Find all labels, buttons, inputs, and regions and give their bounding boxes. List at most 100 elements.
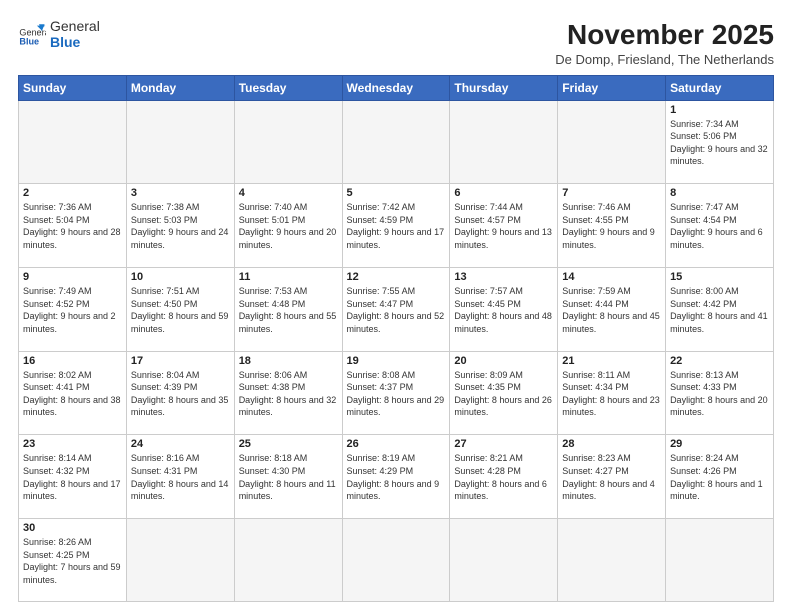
- day-number: 2: [23, 187, 122, 199]
- calendar-cell: [126, 519, 234, 602]
- day-info: Sunrise: 7:51 AM Sunset: 4:50 PM Dayligh…: [131, 285, 230, 335]
- weekday-header-thursday: Thursday: [450, 75, 558, 100]
- calendar-cell: [450, 100, 558, 184]
- calendar-cell: 12Sunrise: 7:55 AM Sunset: 4:47 PM Dayli…: [342, 267, 450, 351]
- calendar-cell: 19Sunrise: 8:08 AM Sunset: 4:37 PM Dayli…: [342, 351, 450, 435]
- calendar-cell: 28Sunrise: 8:23 AM Sunset: 4:27 PM Dayli…: [558, 435, 666, 519]
- generalblue-logo-icon: General Blue: [18, 20, 46, 48]
- calendar-cell: 11 Sunrise: 7:53 AM Sunset: 4:48 PM Dayli…: [234, 267, 342, 351]
- title-block: November 2025 De Domp, Friesland, The Ne…: [555, 18, 774, 67]
- day-info: Sunrise: 8:14 AM Sunset: 4:32 PM Dayligh…: [23, 452, 122, 502]
- day-info: Sunrise: 8:08 AM Sunset: 4:37 PM Dayligh…: [347, 369, 446, 419]
- day-info: Sunrise: 8:06 AM Sunset: 4:38 PM Dayligh…: [239, 369, 338, 419]
- weekday-header-tuesday: Tuesday: [234, 75, 342, 100]
- logo: General Blue General Blue: [18, 18, 100, 50]
- calendar-cell: [558, 100, 666, 184]
- day-number: 3: [131, 187, 230, 199]
- day-number: 23: [23, 438, 122, 450]
- svg-text:Blue: Blue: [19, 37, 39, 47]
- calendar-cell: [234, 100, 342, 184]
- day-info: Sunrise: 7:44 AM Sunset: 4:57 PM Dayligh…: [454, 201, 553, 251]
- day-number: 9: [23, 271, 122, 283]
- calendar-cell: 17 Sunrise: 8:04 AM Sunset: 4:39 PM Dayli…: [126, 351, 234, 435]
- day-number: 4: [239, 187, 338, 199]
- day-number: 24: [131, 438, 230, 450]
- calendar-cell: 6Sunrise: 7:44 AM Sunset: 4:57 PM Daylig…: [450, 184, 558, 268]
- calendar-cell: 9 Sunrise: 7:49 AM Sunset: 4:52 PM Daylig…: [19, 267, 127, 351]
- day-info: Sunrise: 8:21 AM Sunset: 4:28 PM Dayligh…: [454, 452, 553, 502]
- day-number: 14: [562, 271, 661, 283]
- day-info: Sunrise: 7:49 AM Sunset: 4:52 PM Dayligh…: [23, 285, 122, 335]
- day-info: Sunrise: 8:24 AM Sunset: 4:26 PM Dayligh…: [670, 452, 769, 502]
- calendar-cell: 4 Sunrise: 7:40 AM Sunset: 5:01 PM Daylig…: [234, 184, 342, 268]
- calendar-cell: 26 Sunrise: 8:19 AM Sunset: 4:29 PM Dayli…: [342, 435, 450, 519]
- weekday-header-row: SundayMondayTuesdayWednesdayThursdayFrid…: [19, 75, 774, 100]
- calendar-cell: 5 Sunrise: 7:42 AM Sunset: 4:59 PM Daylig…: [342, 184, 450, 268]
- calendar-week-row: 1 Sunrise: 7:34 AM Sunset: 5:06 PM Daylig…: [19, 100, 774, 184]
- calendar-week-row: 23 Sunrise: 8:14 AM Sunset: 4:32 PM Dayli…: [19, 435, 774, 519]
- calendar-cell: 20Sunrise: 8:09 AM Sunset: 4:35 PM Dayli…: [450, 351, 558, 435]
- calendar-cell: 16 Sunrise: 8:02 AM Sunset: 4:41 PM Dayli…: [19, 351, 127, 435]
- weekday-header-wednesday: Wednesday: [342, 75, 450, 100]
- calendar-cell: 7 Sunrise: 7:46 AM Sunset: 4:55 PM Daylig…: [558, 184, 666, 268]
- day-number: 5: [347, 187, 446, 199]
- calendar-cell: 25Sunrise: 8:18 AM Sunset: 4:30 PM Dayli…: [234, 435, 342, 519]
- day-number: 17: [131, 355, 230, 367]
- calendar-cell: 18 Sunrise: 8:06 AM Sunset: 4:38 PM Dayli…: [234, 351, 342, 435]
- day-info: Sunrise: 7:34 AM Sunset: 5:06 PM Dayligh…: [670, 118, 769, 168]
- day-info: Sunrise: 8:13 AM Sunset: 4:33 PM Dayligh…: [670, 369, 769, 419]
- calendar-cell: 27 Sunrise: 8:21 AM Sunset: 4:28 PM Dayli…: [450, 435, 558, 519]
- day-number: 16: [23, 355, 122, 367]
- day-info: Sunrise: 8:04 AM Sunset: 4:39 PM Dayligh…: [131, 369, 230, 419]
- day-number: 29: [670, 438, 769, 450]
- calendar-table: SundayMondayTuesdayWednesdayThursdayFrid…: [18, 75, 774, 602]
- calendar-week-row: 9 Sunrise: 7:49 AM Sunset: 4:52 PM Daylig…: [19, 267, 774, 351]
- calendar-cell: 14Sunrise: 7:59 AM Sunset: 4:44 PM Dayli…: [558, 267, 666, 351]
- day-info: Sunrise: 8:00 AM Sunset: 4:42 PM Dayligh…: [670, 285, 769, 335]
- day-number: 18: [239, 355, 338, 367]
- day-info: Sunrise: 8:19 AM Sunset: 4:29 PM Dayligh…: [347, 452, 446, 502]
- day-info: Sunrise: 7:47 AM Sunset: 4:54 PM Dayligh…: [670, 201, 769, 251]
- calendar-cell: 3 Sunrise: 7:38 AM Sunset: 5:03 PM Daylig…: [126, 184, 234, 268]
- day-info: Sunrise: 7:46 AM Sunset: 4:55 PM Dayligh…: [562, 201, 661, 251]
- weekday-header-monday: Monday: [126, 75, 234, 100]
- calendar-cell: 21 Sunrise: 8:11 AM Sunset: 4:34 PM Dayli…: [558, 351, 666, 435]
- day-number: 30: [23, 522, 122, 534]
- calendar-cell: 24Sunrise: 8:16 AM Sunset: 4:31 PM Dayli…: [126, 435, 234, 519]
- day-info: Sunrise: 7:42 AM Sunset: 4:59 PM Dayligh…: [347, 201, 446, 251]
- day-info: Sunrise: 8:11 AM Sunset: 4:34 PM Dayligh…: [562, 369, 661, 419]
- logo-blue-text: Blue: [50, 34, 100, 50]
- day-info: Sunrise: 8:09 AM Sunset: 4:35 PM Dayligh…: [454, 369, 553, 419]
- weekday-header-friday: Friday: [558, 75, 666, 100]
- day-number: 21: [562, 355, 661, 367]
- calendar-week-row: 16 Sunrise: 8:02 AM Sunset: 4:41 PM Dayli…: [19, 351, 774, 435]
- calendar-cell: 2Sunrise: 7:36 AM Sunset: 5:04 PM Daylig…: [19, 184, 127, 268]
- day-number: 8: [670, 187, 769, 199]
- day-number: 11: [239, 271, 338, 283]
- day-info: Sunrise: 8:02 AM Sunset: 4:41 PM Dayligh…: [23, 369, 122, 419]
- day-number: 7: [562, 187, 661, 199]
- location-subtitle: De Domp, Friesland, The Netherlands: [555, 52, 774, 67]
- day-number: 10: [131, 271, 230, 283]
- calendar-cell: 15 Sunrise: 8:00 AM Sunset: 4:42 PM Dayli…: [666, 267, 774, 351]
- day-number: 13: [454, 271, 553, 283]
- day-info: Sunrise: 7:53 AM Sunset: 4:48 PM Dayligh…: [239, 285, 338, 335]
- day-info: Sunrise: 7:40 AM Sunset: 5:01 PM Dayligh…: [239, 201, 338, 251]
- calendar-cell: 29 Sunrise: 8:24 AM Sunset: 4:26 PM Dayli…: [666, 435, 774, 519]
- calendar-cell: [126, 100, 234, 184]
- day-info: Sunrise: 7:38 AM Sunset: 5:03 PM Dayligh…: [131, 201, 230, 251]
- calendar-cell: [666, 519, 774, 602]
- page: General Blue General Blue November 2025 …: [0, 0, 792, 612]
- day-info: Sunrise: 8:23 AM Sunset: 4:27 PM Dayligh…: [562, 452, 661, 502]
- header: General Blue General Blue November 2025 …: [18, 18, 774, 67]
- calendar-cell: [558, 519, 666, 602]
- calendar-cell: [342, 100, 450, 184]
- day-number: 1: [670, 104, 769, 116]
- day-number: 27: [454, 438, 553, 450]
- day-info: Sunrise: 8:18 AM Sunset: 4:30 PM Dayligh…: [239, 452, 338, 502]
- day-number: 15: [670, 271, 769, 283]
- calendar-cell: [19, 100, 127, 184]
- calendar-cell: 8 Sunrise: 7:47 AM Sunset: 4:54 PM Daylig…: [666, 184, 774, 268]
- calendar-week-row: 2Sunrise: 7:36 AM Sunset: 5:04 PM Daylig…: [19, 184, 774, 268]
- day-number: 26: [347, 438, 446, 450]
